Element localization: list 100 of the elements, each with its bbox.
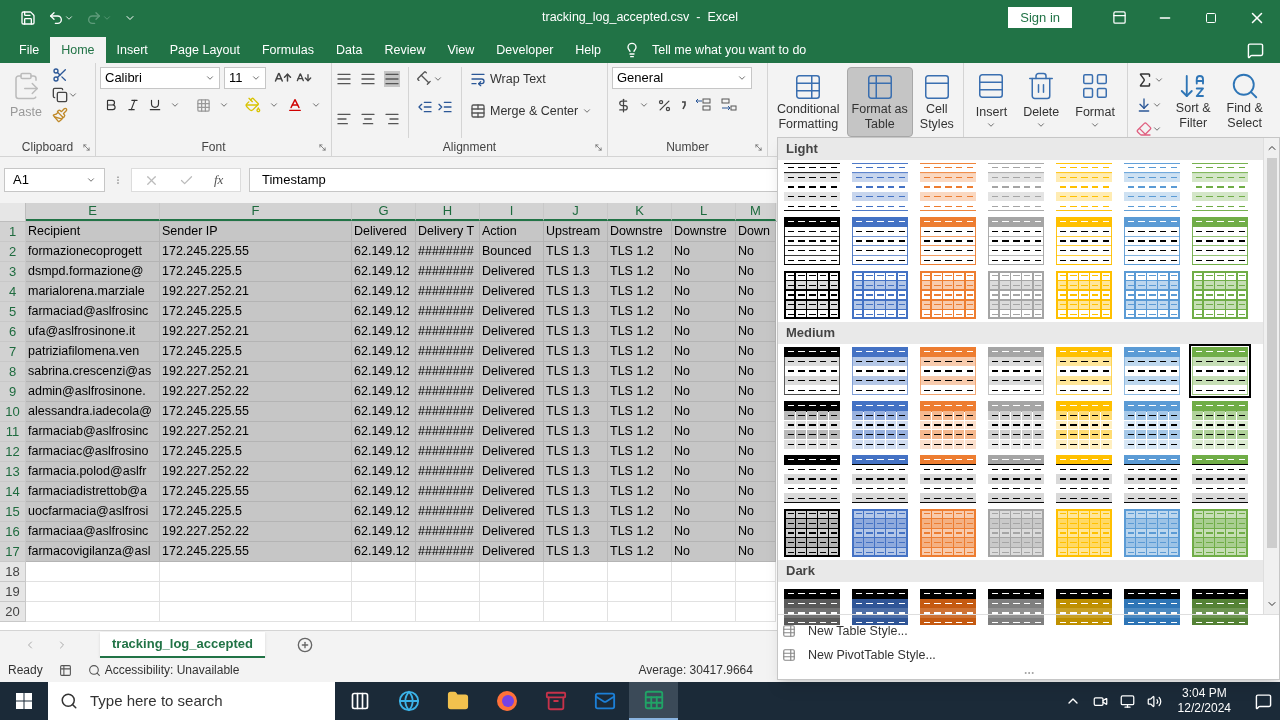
ribbon-tab[interactable]: View <box>436 37 486 63</box>
table-style-swatch[interactable] <box>849 398 911 452</box>
font-color-icon[interactable] <box>287 97 303 113</box>
volume-icon[interactable] <box>1146 693 1162 709</box>
table-style-swatch[interactable] <box>1121 586 1183 622</box>
row-header[interactable]: 7 <box>0 342 26 362</box>
table-style-swatch[interactable] <box>1189 586 1251 622</box>
gallery-menu-item[interactable]: New PivotTable Style... <box>778 643 1279 667</box>
table-style-swatch[interactable] <box>1053 586 1115 622</box>
undo-icon[interactable] <box>48 9 64 26</box>
insert-function-button[interactable]: fx <box>214 170 224 190</box>
table-style-swatch[interactable] <box>917 586 979 622</box>
column-header[interactable]: E <box>26 203 160 221</box>
table-style-swatch[interactable] <box>917 398 979 452</box>
ribbon-tab[interactable]: Formulas <box>250 37 326 63</box>
row-header[interactable]: 3 <box>0 262 26 282</box>
table-style-swatch[interactable] <box>781 506 843 560</box>
row-header[interactable]: 9 <box>0 382 26 402</box>
table-style-swatch[interactable] <box>917 268 979 322</box>
bold-icon[interactable] <box>104 98 118 112</box>
align-bottom-icon[interactable] <box>384 71 400 87</box>
row-header[interactable]: 15 <box>0 502 26 522</box>
table-style-swatch[interactable] <box>1121 268 1183 322</box>
fill-color-icon[interactable] <box>245 97 261 113</box>
cells-button[interactable]: Delete <box>1019 67 1064 137</box>
save-icon[interactable] <box>20 9 36 26</box>
windows-logo-icon[interactable] <box>16 693 32 709</box>
styles-button[interactable]: Format as Table <box>846 67 913 137</box>
table-style-swatch[interactable] <box>849 160 911 214</box>
column-header[interactable]: H <box>416 203 480 221</box>
decrease-indent-icon[interactable] <box>417 99 433 115</box>
table-style-swatch[interactable] <box>1121 506 1183 560</box>
cut-icon[interactable] <box>52 67 68 83</box>
gallery-menu-item[interactable]: New Table Style... <box>778 619 1279 643</box>
underline-icon[interactable] <box>148 98 162 112</box>
row-header[interactable]: 4 <box>0 282 26 302</box>
ribbon-tab[interactable]: Developer <box>485 37 565 63</box>
eraser-icon[interactable] <box>1135 121 1152 137</box>
table-style-swatch[interactable] <box>917 344 979 398</box>
comments-icon[interactable] <box>1247 41 1264 59</box>
column-header[interactable]: M <box>736 203 776 221</box>
table-style-swatch[interactable] <box>781 344 843 398</box>
ribbon-tab[interactable]: Page Layout <box>158 37 251 63</box>
column-header[interactable]: L <box>672 203 736 221</box>
row-header[interactable]: 8 <box>0 362 26 382</box>
row-header[interactable]: 19 <box>0 582 26 602</box>
table-style-swatch[interactable] <box>985 214 1047 268</box>
table-style-swatch[interactable] <box>781 398 843 452</box>
table-style-swatch[interactable] <box>1189 398 1251 452</box>
table-style-swatch[interactable] <box>985 268 1047 322</box>
table-style-swatch[interactable] <box>917 160 979 214</box>
clock-time[interactable]: 3:04 PM <box>1181 686 1227 701</box>
table-style-swatch[interactable] <box>985 506 1047 560</box>
align-middle-icon[interactable] <box>360 71 376 87</box>
table-style-swatch[interactable] <box>849 506 911 560</box>
table-style-swatch[interactable] <box>849 452 911 506</box>
ribbon-tab[interactable]: Data <box>325 37 374 63</box>
table-style-swatch[interactable] <box>985 586 1047 622</box>
table-style-swatch[interactable] <box>985 160 1047 214</box>
table-style-swatch[interactable] <box>1189 160 1251 214</box>
table-style-swatch[interactable] <box>1121 452 1183 506</box>
ribbon-tab[interactable]: Review <box>373 37 437 63</box>
styles-button[interactable]: Conditional Formatting <box>772 67 845 137</box>
tell-me-field[interactable]: Tell me what you want to do <box>652 40 807 60</box>
font-name-field[interactable]: Calibri <box>100 67 220 89</box>
editing-button[interactable]: Sort & Filter <box>1171 67 1215 137</box>
ribbon-tab[interactable]: Home <box>50 37 106 63</box>
italic-icon[interactable] <box>126 98 140 112</box>
table-style-swatch[interactable] <box>1053 506 1115 560</box>
table-style-swatch[interactable] <box>917 506 979 560</box>
column-header[interactable]: I <box>480 203 544 221</box>
cells-button[interactable]: Format <box>1071 67 1119 137</box>
add-sheet-icon[interactable] <box>296 636 313 653</box>
table-style-swatch[interactable] <box>849 344 911 398</box>
copy-icon[interactable] <box>52 87 68 103</box>
name-box[interactable]: A1 <box>4 168 105 192</box>
table-style-swatch[interactable] <box>1121 160 1183 214</box>
font-size-field[interactable]: 11 <box>224 67 266 89</box>
taskbar-search-field[interactable]: Type here to search <box>48 682 335 720</box>
table-style-swatch[interactable] <box>985 344 1047 398</box>
borders-icon[interactable] <box>196 97 211 113</box>
row-header[interactable]: 11 <box>0 422 26 442</box>
row-header[interactable]: 1 <box>0 222 26 242</box>
row-header[interactable]: 2 <box>0 242 26 262</box>
row-header[interactable]: 20 <box>0 602 26 622</box>
table-style-swatch[interactable] <box>1053 160 1115 214</box>
increase-decimal-icon[interactable] <box>694 97 712 113</box>
increase-indent-icon[interactable] <box>437 99 453 115</box>
table-style-swatch[interactable] <box>917 452 979 506</box>
column-header[interactable]: J <box>544 203 608 221</box>
restore-icon[interactable] <box>1205 11 1217 24</box>
ribbon-tab[interactable]: File <box>8 37 51 63</box>
notification-icon[interactable] <box>1255 692 1272 710</box>
table-style-swatch[interactable] <box>781 268 843 322</box>
table-style-swatch[interactable] <box>985 452 1047 506</box>
table-style-swatch[interactable] <box>1121 398 1183 452</box>
cells-button[interactable]: Insert <box>971 67 1012 137</box>
table-style-swatch[interactable] <box>1053 268 1115 322</box>
table-style-swatch[interactable] <box>781 452 843 506</box>
table-style-swatch[interactable] <box>1189 452 1251 506</box>
